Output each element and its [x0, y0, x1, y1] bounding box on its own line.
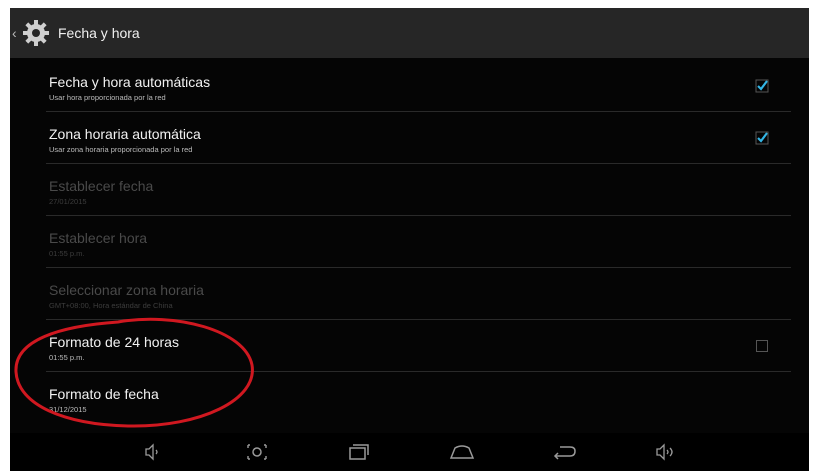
setting-summary: 27/01/2015: [49, 197, 87, 206]
setting-summary: Usar zona horaria proporcionada por la r…: [49, 145, 193, 154]
setting-title: Formato de 24 horas: [49, 334, 179, 350]
back-icon[interactable]: [550, 442, 580, 462]
setting-summary: Usar hora proporcionada por la red: [49, 93, 166, 102]
navigation-bar: [10, 433, 809, 471]
up-caret-icon[interactable]: ‹: [12, 8, 20, 58]
24-hour-format-checkbox[interactable]: [755, 339, 769, 353]
setting-summary: GMT+08:00, Hora estándar de China: [49, 301, 173, 310]
setting-select-timezone: Seleccionar zona horaria GMT+08:00, Hora…: [46, 268, 791, 320]
setting-title: Zona horaria automática: [49, 126, 201, 142]
setting-title: Establecer fecha: [49, 178, 154, 194]
setting-auto-datetime[interactable]: Fecha y hora automáticas Usar hora propo…: [46, 60, 791, 112]
setting-auto-timezone[interactable]: Zona horaria automática Usar zona horari…: [46, 112, 791, 164]
setting-set-date: Establecer fecha 27/01/2015: [46, 164, 791, 216]
page-title: Fecha y hora: [58, 25, 140, 41]
recent-apps-icon[interactable]: [344, 442, 374, 462]
settings-list: Fecha y hora automáticas Usar hora propo…: [46, 60, 791, 424]
setting-date-format[interactable]: Formato de fecha 31/12/2015: [46, 372, 791, 424]
auto-datetime-checkbox[interactable]: [755, 79, 769, 93]
gear-icon[interactable]: [22, 19, 50, 47]
setting-summary: 01:55 p.m.: [49, 249, 85, 258]
screenshot-icon[interactable]: [242, 442, 272, 462]
setting-24-hour-format[interactable]: Formato de 24 horas 01:55 p.m.: [46, 320, 791, 372]
setting-summary: 31/12/2015: [49, 405, 87, 414]
setting-title: Establecer hora: [49, 230, 148, 246]
setting-summary: 01:55 p.m.: [49, 353, 85, 362]
setting-title: Fecha y hora automáticas: [49, 74, 211, 90]
home-icon[interactable]: [447, 442, 477, 462]
setting-set-time: Establecer hora 01:55 p.m.: [46, 216, 791, 268]
setting-title: Seleccionar zona horaria: [49, 282, 204, 298]
volume-up-icon[interactable]: [650, 442, 680, 462]
settings-screen: ‹ Fecha y hora Fecha y hora automáticas …: [10, 8, 809, 471]
action-bar: ‹ Fecha y hora: [10, 8, 809, 58]
setting-title: Formato de fecha: [49, 386, 159, 402]
auto-timezone-checkbox[interactable]: [755, 131, 769, 145]
volume-down-icon[interactable]: [137, 442, 167, 462]
